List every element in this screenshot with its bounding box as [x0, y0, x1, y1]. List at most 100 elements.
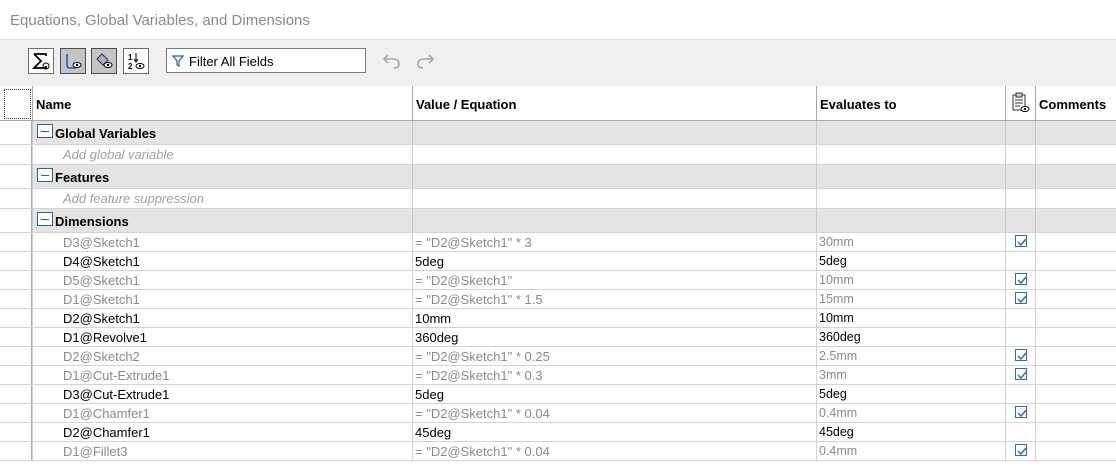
name-cell[interactable]: D4@Sketch1 [32, 252, 412, 270]
row-selector[interactable] [0, 385, 32, 403]
name-cell[interactable]: Dimensions [32, 209, 412, 232]
value-cell[interactable] [412, 189, 816, 208]
value-cell[interactable]: = "D2@Sketch1" * 3 [412, 233, 816, 251]
row-selector[interactable] [0, 366, 32, 384]
name-cell[interactable]: D1@Revolve1 [32, 328, 412, 346]
row-selector[interactable] [0, 271, 32, 289]
value-cell[interactable]: = "D2@Sketch1" [412, 271, 816, 289]
suppress-cell[interactable] [1005, 290, 1035, 308]
evaluates-cell[interactable]: 30mm [816, 233, 1005, 251]
redo-icon[interactable] [415, 51, 435, 69]
row-selector[interactable] [0, 165, 32, 188]
comments-cell[interactable] [1035, 290, 1116, 308]
evaluates-cell[interactable] [816, 121, 1005, 144]
evaluates-cell[interactable]: 10mm [816, 271, 1005, 289]
name-cell[interactable]: D1@Fillet3 [32, 442, 412, 460]
comments-cell[interactable] [1035, 121, 1116, 144]
value-cell[interactable]: 5deg [412, 385, 816, 403]
table-row[interactable]: D2@Chamfer1 45deg 45deg [0, 423, 1116, 442]
checkbox-checked[interactable] [1015, 406, 1027, 418]
column-header-evaluates[interactable]: Evaluates to [816, 86, 1005, 120]
group-row[interactable]: Features [0, 165, 1116, 189]
comments-cell[interactable] [1035, 271, 1116, 289]
suppress-cell[interactable] [1005, 209, 1035, 232]
name-cell[interactable]: Add feature suppression [32, 189, 412, 208]
row-selector[interactable] [0, 290, 32, 308]
row-selector[interactable] [0, 233, 32, 251]
name-cell[interactable]: Features [32, 165, 412, 188]
filter-field[interactable]: Filter All Fields [166, 48, 366, 73]
evaluates-cell[interactable]: 0.4mm [816, 404, 1005, 422]
add-row[interactable]: Add feature suppression [0, 189, 1116, 209]
evaluates-cell[interactable] [816, 189, 1005, 208]
checkbox-checked[interactable] [1015, 235, 1027, 247]
evaluates-cell[interactable]: 0.4mm [816, 442, 1005, 460]
row-selector[interactable] [0, 328, 32, 346]
value-cell[interactable]: 5deg [412, 252, 816, 270]
suppress-cell[interactable] [1005, 145, 1035, 164]
name-cell[interactable]: D3@Sketch1 [32, 233, 412, 251]
group-row[interactable]: Dimensions [0, 209, 1116, 233]
checkbox-checked[interactable] [1015, 273, 1027, 285]
value-cell[interactable]: 10mm [412, 309, 816, 327]
comments-cell[interactable] [1035, 328, 1116, 346]
name-cell[interactable]: D1@Chamfer1 [32, 404, 412, 422]
suppress-cell[interactable] [1005, 423, 1035, 441]
collapse-icon[interactable] [37, 212, 53, 226]
column-header-comments[interactable]: Comments [1035, 86, 1116, 120]
checkbox-checked[interactable] [1015, 444, 1027, 456]
table-row[interactable]: D1@Sketch1 = "D2@Sketch1" * 1.5 15mm [0, 290, 1116, 309]
evaluates-cell[interactable]: 5deg [816, 252, 1005, 270]
row-selector[interactable] [0, 442, 32, 460]
collapse-icon[interactable] [37, 124, 53, 138]
row-selector[interactable] [0, 309, 32, 327]
suppress-cell[interactable] [1005, 252, 1035, 270]
value-cell[interactable] [412, 165, 816, 188]
name-cell[interactable]: D2@Chamfer1 [32, 423, 412, 441]
dimension-view-button[interactable] [91, 48, 117, 74]
column-header-suppress[interactable] [1005, 86, 1035, 120]
comments-cell[interactable] [1035, 366, 1116, 384]
table-row[interactable]: D1@Revolve1 360deg 360deg [0, 328, 1116, 347]
evaluates-cell[interactable]: 2.5mm [816, 347, 1005, 365]
checkbox-checked[interactable] [1015, 292, 1027, 304]
column-header-name[interactable]: Name [32, 86, 412, 120]
table-row[interactable]: D3@Sketch1 = "D2@Sketch1" * 3 30mm [0, 233, 1116, 252]
suppress-cell[interactable] [1005, 233, 1035, 251]
comments-cell[interactable] [1035, 442, 1116, 460]
comments-cell[interactable] [1035, 145, 1116, 164]
row-selector[interactable] [0, 404, 32, 422]
ordered-view-button[interactable]: 1 2 [123, 48, 149, 74]
name-cell[interactable]: D2@Sketch2 [32, 347, 412, 365]
suppress-cell[interactable] [1005, 404, 1035, 422]
evaluates-cell[interactable]: 360deg [816, 328, 1005, 346]
evaluates-cell[interactable]: 45deg [816, 423, 1005, 441]
group-row[interactable]: Global Variables [0, 121, 1116, 145]
table-row[interactable]: D2@Sketch2 = "D2@Sketch1" * 0.25 2.5mm [0, 347, 1116, 366]
select-all-cell[interactable] [4, 89, 31, 119]
suppress-cell[interactable] [1005, 121, 1035, 144]
equation-view-button[interactable] [28, 48, 54, 74]
evaluates-cell[interactable]: 15mm [816, 290, 1005, 308]
checkbox-checked[interactable] [1015, 349, 1027, 361]
evaluates-cell[interactable] [816, 165, 1005, 188]
table-row[interactable]: D1@Cut-Extrude1 = "D2@Sketch1" * 0.3 3mm [0, 366, 1116, 385]
suppress-cell[interactable] [1005, 165, 1035, 188]
row-selector[interactable] [0, 209, 32, 232]
suppress-cell[interactable] [1005, 271, 1035, 289]
suppress-cell[interactable] [1005, 385, 1035, 403]
table-row[interactable]: D4@Sketch1 5deg 5deg [0, 252, 1116, 271]
name-cell[interactable]: Add global variable [32, 145, 412, 164]
evaluates-cell[interactable] [816, 145, 1005, 164]
value-cell[interactable]: = "D2@Sketch1" * 0.04 [412, 404, 816, 422]
value-cell[interactable] [412, 145, 816, 164]
suppress-cell[interactable] [1005, 347, 1035, 365]
value-cell[interactable]: = "D2@Sketch1" * 0.25 [412, 347, 816, 365]
checkbox-checked[interactable] [1015, 368, 1027, 380]
suppress-cell[interactable] [1005, 366, 1035, 384]
value-cell[interactable]: = "D2@Sketch1" * 1.5 [412, 290, 816, 308]
row-selector[interactable] [0, 189, 32, 208]
column-header-value[interactable]: Value / Equation [412, 86, 816, 120]
sketch-equation-view-button[interactable] [60, 48, 86, 74]
suppress-cell[interactable] [1005, 328, 1035, 346]
